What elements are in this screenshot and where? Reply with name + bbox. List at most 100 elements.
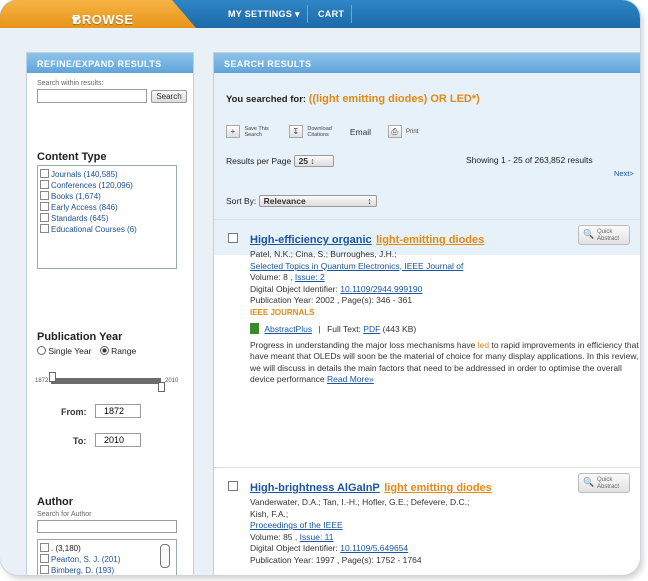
doi-link[interactable]: 10.1109/5.649654: [340, 543, 408, 553]
slider-min-label: 1872: [35, 378, 49, 384]
result-title[interactable]: High-brightness AlGaInP light emitting d…: [250, 478, 492, 496]
browse-label: BROWSE: [72, 12, 134, 27]
checkbox[interactable]: [40, 202, 49, 211]
browse-menu-tab[interactable]: BROWSE ▾: [0, 0, 196, 28]
author-title: Author: [37, 496, 74, 508]
sort-by-select[interactable]: Relevance ↕: [258, 195, 377, 207]
per-page-select[interactable]: 25 ↕: [293, 155, 334, 167]
pdf-size: (443 KB): [382, 324, 417, 334]
radio-range[interactable]: Range: [99, 346, 136, 356]
top-navigation-bar: BROWSE ▾ MY SETTINGS ▾ CART: [0, 0, 640, 28]
checkbox[interactable]: [40, 543, 49, 552]
print-icon[interactable]: ⎙: [387, 125, 402, 139]
result-links: AbstractPlus | Full Text: PDF (443 KB): [250, 323, 640, 336]
result-abstract: Progress in understanding the major loss…: [250, 339, 639, 385]
results-per-page: Results per Page 25 ↕: [226, 155, 334, 167]
search-author-label: Search for Author: [37, 511, 92, 518]
next-page-link[interactable]: Next>: [614, 169, 634, 178]
nav-separator: [351, 5, 352, 23]
print-link[interactable]: Print: [406, 129, 418, 135]
quick-abstract-button[interactable]: 🔍 Quick Abstract: [578, 473, 630, 493]
year-mode-radios: Single Year Range: [37, 346, 136, 356]
nav-separator: [307, 5, 308, 23]
checkbox[interactable]: [40, 191, 49, 200]
facet-standards[interactable]: Standards (645): [40, 213, 174, 224]
facet-author[interactable]: Bimberg, D. (193): [40, 565, 174, 575]
result-journal-link[interactable]: Proceedings of the IEEE: [250, 520, 640, 532]
search-within-label: Search within results:: [37, 80, 104, 87]
searched-for-label: You searched for:: [226, 94, 307, 105]
content-type-list: Journals (140,585) Conferences (120,096)…: [37, 165, 177, 269]
results-tools: + Save This Search ↧ Download Citations …: [226, 123, 418, 141]
magnifier-icon: 🔍: [583, 477, 595, 487]
checkbox[interactable]: [40, 554, 49, 563]
checkbox[interactable]: [40, 180, 49, 189]
result-authors: Patel, N.K.; Cina, S.; Burroughes, J.H.;: [250, 249, 397, 259]
plus-icon[interactable]: +: [226, 125, 240, 139]
select-arrows-icon: ↕: [310, 156, 315, 166]
searched-for-line: You searched for: ((light emitting diode…: [226, 93, 480, 105]
facet-author[interactable]: Pearton, S. J. (201): [40, 554, 174, 565]
per-page-label: Results per Page: [226, 156, 292, 166]
result-checkbox[interactable]: [228, 233, 238, 243]
result-doi: Digital Object Identifier: 10.1109/2944.…: [250, 283, 423, 294]
sort-by-label: Sort By:: [226, 196, 257, 206]
results-divider: [214, 467, 640, 468]
save-search-link[interactable]: Save This Search: [244, 126, 278, 138]
issue-link[interactable]: Issue: 2: [295, 272, 325, 282]
result-pub-info: Publication Year: 2002 , Page(s): 346 - …: [250, 295, 413, 305]
publication-year-title: Publication Year: [37, 331, 123, 343]
result-title[interactable]: High-efficiency organic light-emitting d…: [250, 230, 484, 248]
result-authors-cont: Kish, F.A.;: [250, 508, 289, 519]
email-link[interactable]: Email: [350, 127, 371, 137]
download-citations-link[interactable]: Download Citations: [307, 126, 339, 138]
read-more-link[interactable]: Read More»: [327, 374, 374, 384]
checkbox[interactable]: [40, 169, 49, 178]
cart-link[interactable]: CART: [318, 9, 344, 19]
result-checkbox[interactable]: [228, 481, 238, 491]
facet-books[interactable]: Books (1,674): [40, 191, 174, 202]
checkbox[interactable]: [40, 213, 49, 222]
slider-max-label: 2010: [165, 378, 179, 384]
facet-early-access[interactable]: Early Access (846): [40, 202, 174, 213]
abstractplus-link[interactable]: AbstractPlus: [264, 324, 312, 334]
select-arrows-icon: ↕: [367, 196, 372, 206]
checkbox[interactable]: [40, 224, 49, 233]
magnifier-icon: 🔍: [583, 229, 595, 239]
search-author-input[interactable]: [37, 520, 177, 533]
checkbox[interactable]: [40, 565, 49, 574]
result-journal-link[interactable]: Selected Topics in Quantum Electronics, …: [250, 261, 640, 273]
refine-panel-header: REFINE/EXPAND RESULTS: [27, 53, 193, 73]
download-icon[interactable]: ↧: [288, 125, 303, 139]
result-meta: Vanderwater, D.A.; Tan, I.-H.; Hofler, G…: [250, 497, 640, 566]
search-within-button[interactable]: Search: [151, 90, 187, 103]
fulltext-label: Full Text:: [327, 324, 361, 334]
facet-author[interactable]: . (3,180): [40, 543, 174, 554]
to-year-input[interactable]: 2010: [95, 433, 141, 447]
facet-educational-courses[interactable]: Educational Courses (6): [40, 224, 174, 235]
chevron-down-icon: ▾: [72, 12, 80, 27]
refine-results-panel: REFINE/EXPAND RESULTS Search within resu…: [26, 52, 194, 575]
browser-frame: BROWSE ▾ MY SETTINGS ▾ CART REFINE/EXPAN…: [0, 0, 640, 575]
doi-link[interactable]: 10.1109/2944.999190: [340, 284, 422, 294]
from-year-input[interactable]: 1872: [95, 404, 141, 418]
my-settings-menu[interactable]: MY SETTINGS ▾: [228, 9, 300, 20]
content-type-title: Content Type: [37, 151, 107, 163]
chevron-down-icon: ▾: [294, 9, 300, 19]
author-list-scrollbar[interactable]: [160, 544, 170, 568]
quick-abstract-button[interactable]: 🔍 Quick Abstract: [578, 225, 630, 245]
results-divider: [214, 219, 640, 220]
search-within-input[interactable]: [37, 89, 147, 103]
facet-journals[interactable]: Journals (140,585): [40, 169, 174, 180]
result-doi: Digital Object Identifier: 10.1109/5.649…: [250, 543, 409, 553]
radio-single-year[interactable]: Single Year: [37, 346, 91, 356]
result-pub-info: Publication Year: 1997 , Page(s): 1752 -…: [250, 554, 422, 565]
issue-link[interactable]: Issue: 11: [300, 532, 334, 542]
year-range-slider[interactable]: [51, 378, 161, 384]
pdf-link[interactable]: PDF: [363, 324, 380, 334]
from-label: From:: [61, 407, 87, 417]
slider-handle-left[interactable]: [49, 372, 56, 382]
facet-conferences[interactable]: Conferences (120,096): [40, 180, 174, 191]
slider-handle-right[interactable]: [158, 382, 165, 392]
result-source: IEEE JOURNALS: [250, 307, 315, 317]
